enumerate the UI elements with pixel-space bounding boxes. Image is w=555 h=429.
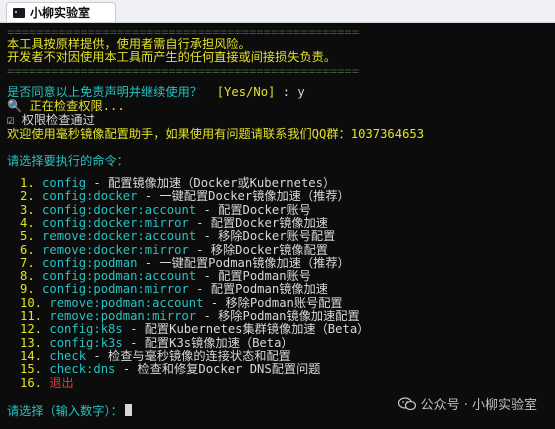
watermark: 公众号 · 小柳实验室 <box>397 394 537 413</box>
menu-item-description: - 一键配置Docker镜像加速（推荐） <box>137 189 350 204</box>
terminal-icon <box>13 7 25 18</box>
menu-item: 5. remove:docker:account - 移除Docker账号配置 <box>20 229 335 243</box>
menu-item-number: 16. <box>20 375 43 390</box>
menu-item-description: - 配置Kubernetes集群镜像加速（Beta） <box>122 322 370 337</box>
menu-item: 14. check - 检查与毫秒镜像的连接状态和配置 <box>20 349 291 363</box>
menu-item-command: config:podman:mirror <box>42 282 189 297</box>
welcome-text: 欢迎使用毫秒镜像配置助手，如果使用有问题请联系我们QQ群：1037364653 <box>7 127 425 141</box>
menu-item-description: - 配置Docker镜像加速 <box>188 215 328 230</box>
agree-question: 是否同意以上免责声明并继续使用？ <box>7 85 202 99</box>
menu-item: 6. remove:docker:mirror - 移除Docker镜像配置 <box>20 243 328 257</box>
menu-item-command: remove:docker:account <box>42 229 197 244</box>
menu-item-description: - 配置Podman账号 <box>196 269 311 284</box>
menu-item: 4. config:docker:mirror - 配置Docker镜像加速 <box>20 216 328 230</box>
menu-item: 2. config:docker - 一键配置Docker镜像加速（推荐） <box>20 189 350 203</box>
menu-item: 11. remove:podman:mirror - 移除Podman镜像加速配… <box>20 309 360 323</box>
menu-item-number: 2. <box>20 189 35 204</box>
menu-item-command: remove:podman:account <box>49 295 204 310</box>
agree-prompt: 是否同意以上免责声明并继续使用？ [Yes/No] : y <box>7 85 305 99</box>
disclaimer-line-1: 本工具按原样提供，使用者需自行承担风险。 <box>7 37 251 51</box>
menu-item: 15. check:dns - 检查和修复Docker DNS配置问题 <box>20 362 320 376</box>
menu-item-number: 10. <box>20 295 43 310</box>
menu-item-number: 5. <box>20 229 35 244</box>
menu-item-command: config <box>42 176 87 190</box>
menu-item-number: 14. <box>20 348 43 363</box>
menu-item-command: config:docker:mirror <box>42 215 189 230</box>
menu-item: 3. config:docker:account - 配置Docker账号 <box>20 203 311 217</box>
menu-item-number: 13. <box>20 335 43 350</box>
menu-item-command: remove:docker:mirror <box>42 242 189 257</box>
text-cursor[interactable] <box>124 404 132 416</box>
terminal-output[interactable]: ========================================… <box>0 23 555 429</box>
menu-item-number: 8. <box>20 269 35 284</box>
menu-item: 7. config:podman - 一键配置Podman镜像加速（推荐） <box>20 256 350 270</box>
menu-item-number: 11. <box>20 309 43 323</box>
checking-line: 🔍 正在检查权限... <box>7 99 125 113</box>
window-titlebar: 小柳实验室 <box>0 0 555 23</box>
menu-item-description: - 配置K3s镜像加速（Beta） <box>122 335 294 350</box>
menu-item-command: config:podman:account <box>42 269 197 284</box>
menu-item-description: - 配置Docker账号 <box>196 202 311 217</box>
input-line[interactable]: 请选择（输入数字）： <box>7 404 132 418</box>
menu-item-command: config:docker <box>42 189 138 204</box>
menu-item-command: remove:podman:mirror <box>49 309 197 323</box>
menu-item-number: 15. <box>20 362 43 377</box>
magnifier-icon: 🔍 <box>7 99 23 113</box>
menu-item: 13. config:k3s - 配置K3s镜像加速（Beta） <box>20 336 294 350</box>
menu-item: 9. config:podman:mirror - 配置Podman镜像加速 <box>20 282 328 296</box>
watermark-text: 公众号 · 小柳实验室 <box>420 398 537 413</box>
menu-item: 12. config:k8s - 配置Kubernetes集群镜像加速（Beta… <box>20 322 369 336</box>
menu-item-description: - 检查和修复Docker DNS配置问题 <box>115 362 321 377</box>
checking-text: 正在检查权限... <box>29 99 125 113</box>
separator-bottom: ========================================… <box>7 64 360 78</box>
menu-item-description: - 移除Docker镜像配置 <box>188 242 328 257</box>
menu-item-number: 7. <box>20 255 35 270</box>
agree-answer: : y <box>282 85 305 99</box>
menu-item-command: config:docker:account <box>42 202 197 217</box>
menu-item: 16. 退出 <box>20 376 74 390</box>
menu-item-number: 12. <box>20 322 43 337</box>
menu-item: 1. config - 配置镜像加速（Docker或Kubernetes） <box>20 176 335 190</box>
menu-item-command: config:k8s <box>49 322 123 337</box>
menu-item-description: - 移除Podman账号配置 <box>203 295 343 310</box>
input-prompt: 请选择（输入数字）： <box>7 404 123 418</box>
menu-item: 10. remove:podman:account - 移除Podman账号配置 <box>20 296 343 310</box>
tab-title: 小柳实验室 <box>30 6 91 20</box>
menu-item-number: 3. <box>20 202 35 217</box>
passed-text: 权限检查通过 <box>21 113 95 127</box>
menu-item-description: - 移除Podman镜像加速配置 <box>196 309 360 323</box>
menu-item-description: - 一键配置Podman镜像加速（推荐） <box>137 255 350 270</box>
menu-item-description: - 移除Docker账号配置 <box>196 229 336 244</box>
menu-item-description: - 检查与毫秒镜像的连接状态和配置 <box>86 348 291 363</box>
menu-item-exit: 退出 <box>49 375 74 390</box>
disclaimer-line-2: 开发者不对因使用本工具而产生的任何直接或间接损失负责。 <box>7 50 337 64</box>
terminal-tab[interactable]: 小柳实验室 <box>6 2 116 22</box>
menu-item-command: config:k3s <box>49 335 123 350</box>
menu-item-number: 9. <box>20 282 35 297</box>
menu-item-description: - 配置Podman镜像加速 <box>188 282 328 297</box>
yes-no-option: [Yes/No] <box>216 85 276 99</box>
menu-item: 8. config:podman:account - 配置Podman账号 <box>20 269 311 283</box>
menu-item-number: 6. <box>20 242 35 257</box>
menu-item-description: - 配置镜像加速（Docker或Kubernetes） <box>86 176 336 190</box>
checkbox-icon: ☑ <box>7 113 15 127</box>
passed-line: ☑ 权限检查通过 <box>7 113 95 127</box>
wechat-icon <box>397 396 416 410</box>
menu-item-command: check:dns <box>49 362 116 377</box>
menu-item-number: 1. <box>20 176 35 190</box>
menu-item-command: config:podman <box>42 255 138 270</box>
menu-heading: 请选择要执行的命令： <box>7 154 129 168</box>
menu-item-number: 4. <box>20 215 35 230</box>
menu-item-command: check <box>49 348 87 363</box>
